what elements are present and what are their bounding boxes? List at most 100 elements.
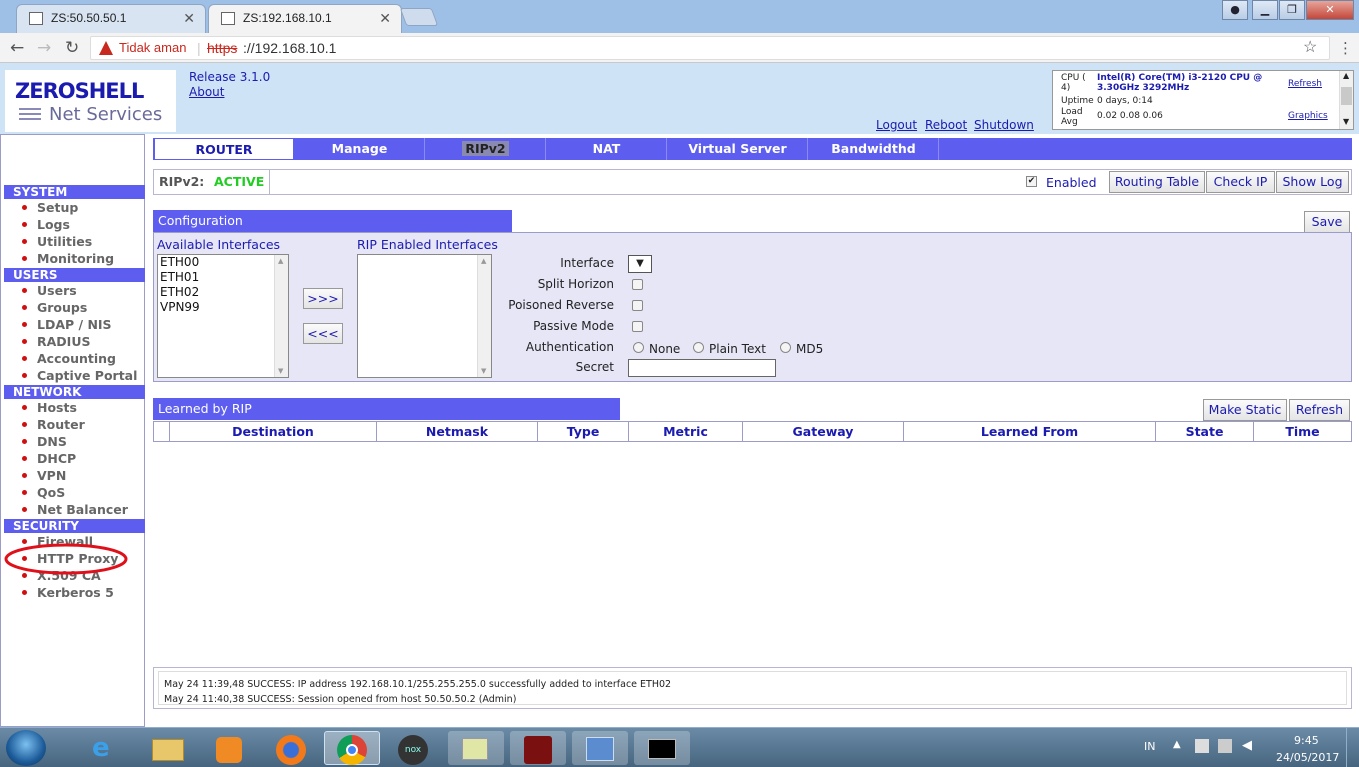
sidebar-item-label[interactable]: Monitoring <box>23 251 114 266</box>
interface-select[interactable]: ▼ <box>628 255 652 273</box>
star-icon[interactable]: ☆ <box>1303 37 1317 59</box>
secret-input[interactable] <box>628 359 776 377</box>
nox-icon[interactable]: nox <box>386 731 442 765</box>
reboot-link[interactable]: Reboot <box>925 118 967 132</box>
add-interface-button[interactable]: >>> <box>303 288 343 309</box>
start-button[interactable] <box>6 730 46 766</box>
sidebar-item-ldap[interactable]: LDAP / NIS <box>22 317 112 332</box>
show-log-button[interactable]: Show Log <box>1276 171 1349 193</box>
sidebar-item-label[interactable]: Groups <box>23 300 87 315</box>
split-horizon-checkbox[interactable] <box>632 279 643 290</box>
routing-table-button[interactable]: Routing Table <box>1109 171 1205 193</box>
column-learned-from[interactable]: Learned From <box>904 422 1156 441</box>
user-icon[interactable]: ● <box>1222 0 1248 20</box>
sidebar-item-label[interactable]: Hosts <box>23 400 77 415</box>
tab-ripv2-label[interactable]: RIPv2 <box>462 141 509 156</box>
network-icon[interactable] <box>1218 739 1232 753</box>
back-icon[interactable]: ← <box>10 38 24 58</box>
sidebar-item-label[interactable]: Router <box>23 417 85 432</box>
enabled-checkbox[interactable]: ✔ <box>1026 176 1037 187</box>
app-icon[interactable] <box>510 731 566 765</box>
file-explorer-icon[interactable] <box>140 731 196 765</box>
close-icon[interactable]: ✕ <box>379 5 391 31</box>
show-desktop-button[interactable] <box>1346 728 1359 767</box>
auth-md5-radio[interactable] <box>780 342 791 353</box>
new-tab-button[interactable] <box>399 8 439 26</box>
cpu-refresh-link[interactable]: Refresh <box>1288 79 1322 89</box>
column-gateway[interactable]: Gateway <box>743 422 904 441</box>
sidebar-item-label[interactable]: Accounting <box>23 351 116 366</box>
internet-explorer-icon[interactable]: e <box>78 731 134 765</box>
url-input[interactable]: Tidak aman | https ://192.168.10.1 ☆ <box>90 36 1330 60</box>
column-type[interactable]: Type <box>538 422 629 441</box>
sidebar-item-label[interactable]: VPN <box>23 468 66 483</box>
rip-enabled-interfaces-list[interactable]: ▲ ▼ <box>357 254 492 378</box>
media-player-icon[interactable] <box>202 731 258 765</box>
forward-icon[interactable]: → <box>37 38 51 58</box>
network-app-icon[interactable] <box>572 731 628 765</box>
list-item[interactable]: VPN99 <box>160 300 200 315</box>
tray-expand-icon[interactable]: ▲ <box>1173 739 1181 750</box>
list-scrollbar[interactable]: ▲ ▼ <box>477 255 491 377</box>
command-prompt-icon[interactable] <box>634 731 690 765</box>
sidebar-item-label[interactable]: Logs <box>23 217 70 232</box>
reload-icon[interactable]: ↻ <box>65 38 79 58</box>
chrome-icon[interactable] <box>324 731 380 765</box>
save-button[interactable]: Save <box>1304 211 1350 233</box>
poisoned-reverse-checkbox[interactable] <box>632 300 643 311</box>
sidebar-item-monitoring[interactable]: Monitoring <box>22 251 114 266</box>
graphics-link[interactable]: Graphics <box>1288 111 1328 121</box>
clock-time[interactable]: 9:45 <box>1294 734 1319 747</box>
sidebar-item-label[interactable]: QoS <box>23 485 65 500</box>
virtualbox-icon[interactable] <box>448 731 504 765</box>
maximize-button[interactable]: ❐ <box>1279 0 1305 20</box>
sidebar-item-setup[interactable]: Setup <box>22 201 78 215</box>
sidebar-item-hosts[interactable]: Hosts <box>22 400 77 415</box>
tab-manage[interactable]: Manage <box>295 138 425 160</box>
list-scrollbar[interactable]: ▲ ▼ <box>274 255 288 377</box>
sidebar-item-vpn[interactable]: VPN <box>22 468 66 483</box>
sidebar-item-accounting[interactable]: Accounting <box>22 351 116 366</box>
tab-nat[interactable]: NAT <box>547 138 667 160</box>
sidebar-item-label[interactable]: DHCP <box>23 451 76 466</box>
sidebar-item-router[interactable]: Router <box>22 417 85 432</box>
language-indicator[interactable]: IN <box>1144 740 1155 753</box>
sidebar-item-label[interactable]: Users <box>23 283 77 298</box>
tab-router[interactable]: ROUTER <box>154 138 294 160</box>
browser-tab-active[interactable]: ZS:192.168.10.1 ✕ <box>208 4 402 33</box>
refresh-button[interactable]: Refresh <box>1289 399 1350 421</box>
tab-bandwidthd[interactable]: Bandwidthd <box>809 138 939 160</box>
column-metric[interactable]: Metric <box>629 422 743 441</box>
browser-tab[interactable]: ZS:50.50.50.1 ✕ <box>16 4 206 33</box>
list-item[interactable]: ETH00 <box>160 255 200 270</box>
about-link[interactable]: About <box>189 85 224 99</box>
close-window-button[interactable]: ✕ <box>1306 0 1354 20</box>
sidebar-item-label[interactable]: LDAP / NIS <box>23 317 112 332</box>
sidebar-item-logs[interactable]: Logs <box>22 217 70 232</box>
make-static-button[interactable]: Make Static <box>1203 399 1287 421</box>
sidebar-item-label[interactable]: Utilities <box>23 234 92 249</box>
column-time[interactable]: Time <box>1254 422 1351 441</box>
remove-interface-button[interactable]: <<< <box>303 323 343 344</box>
logout-link[interactable]: Logout <box>876 118 917 132</box>
firefox-icon[interactable] <box>264 731 320 765</box>
minimize-button[interactable]: ▁ <box>1252 0 1278 20</box>
info-scrollbar[interactable]: ▲ ▼ <box>1339 71 1353 129</box>
clock-date[interactable]: 24/05/2017 <box>1276 751 1339 764</box>
sidebar-item-label[interactable]: Captive Portal <box>23 368 137 383</box>
column-state[interactable]: State <box>1156 422 1254 441</box>
auth-plaintext-radio[interactable] <box>693 342 704 353</box>
sidebar-item-kerberos[interactable]: Kerberos 5 <box>22 585 114 600</box>
close-icon[interactable]: ✕ <box>183 5 195 31</box>
sidebar-item-utilities[interactable]: Utilities <box>22 234 92 249</box>
sidebar-item-net-balancer[interactable]: Net Balancer <box>22 502 128 517</box>
sidebar-item-label[interactable]: Kerberos 5 <box>23 585 114 600</box>
sidebar-item-dns[interactable]: DNS <box>22 435 67 449</box>
column-netmask[interactable]: Netmask <box>377 422 538 441</box>
sidebar-item-label[interactable]: RADIUS <box>23 334 90 349</box>
sidebar-item-label[interactable]: Net Balancer <box>23 502 128 517</box>
available-interfaces-list[interactable]: ETH00 ETH01 ETH02 VPN99 ▲ ▼ <box>157 254 289 378</box>
sidebar-item-dhcp[interactable]: DHCP <box>22 451 76 466</box>
auth-none-radio[interactable] <box>633 342 644 353</box>
security-label[interactable]: Tidak aman <box>119 37 186 59</box>
